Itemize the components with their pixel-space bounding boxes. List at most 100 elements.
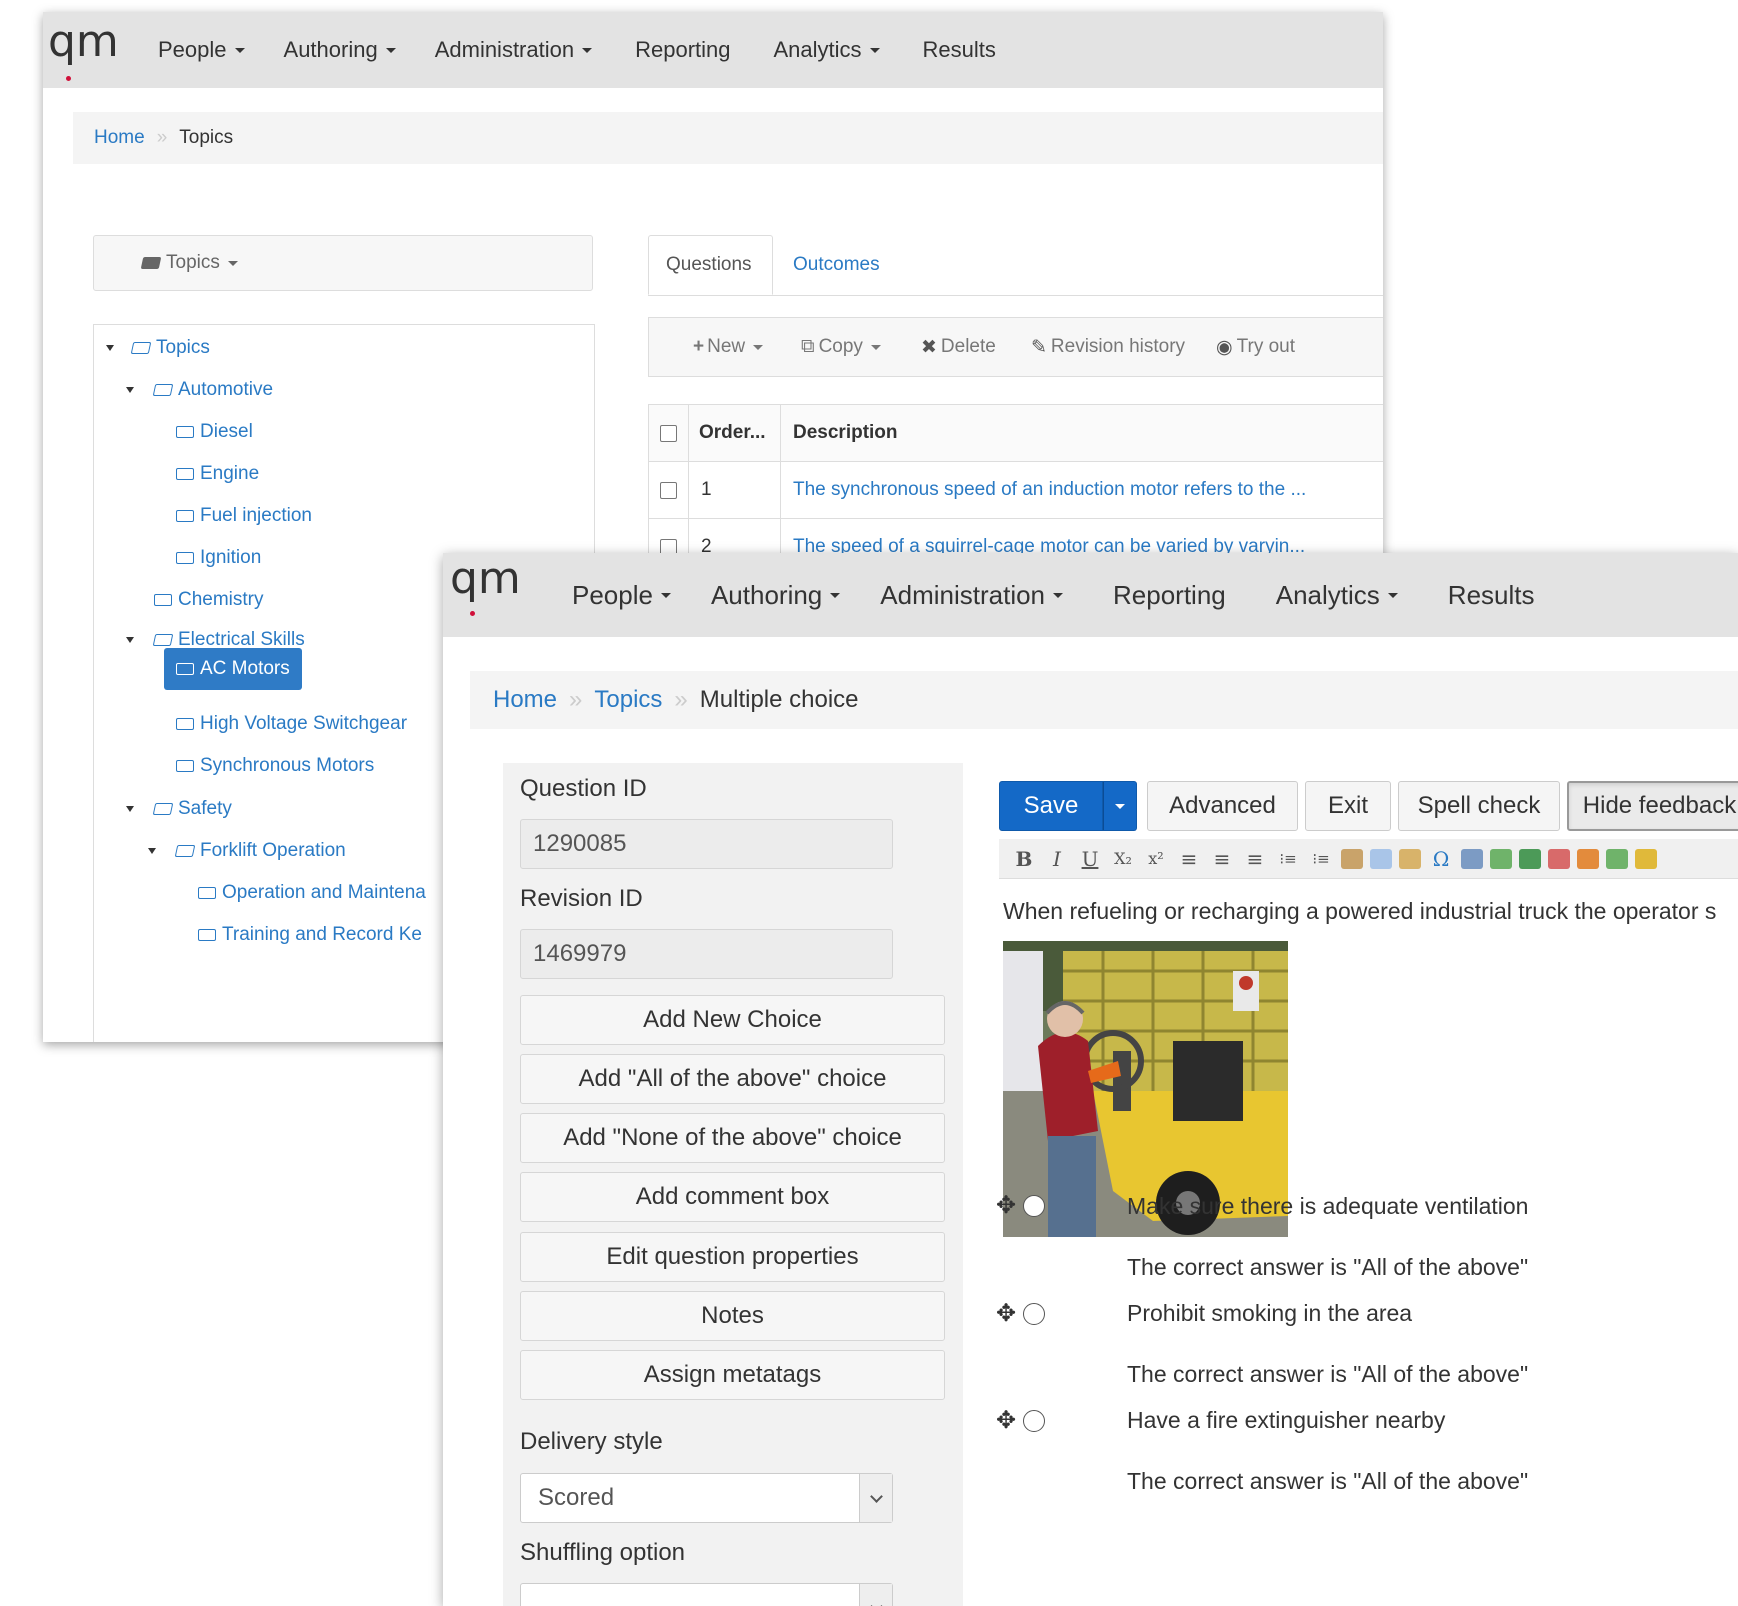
delete-button[interactable]: ✖ Delete (921, 336, 996, 359)
edit-question-properties-button[interactable]: Edit question properties (520, 1232, 945, 1282)
nav-reporting[interactable]: Reporting (1113, 580, 1226, 611)
row-checkbox[interactable] (660, 481, 677, 499)
breadcrumb-home[interactable]: Home (493, 686, 557, 714)
save-dropdown-button[interactable] (1103, 781, 1137, 831)
shuffling-option-select[interactable] (520, 1583, 893, 1606)
choice-feedback[interactable]: The correct answer is "All of the above" (1127, 1468, 1528, 1495)
nav-administration[interactable]: Administration (435, 37, 593, 63)
nav-results[interactable]: Results (1448, 580, 1535, 611)
tab-outcomes[interactable]: Outcomes (776, 235, 897, 295)
tree-item-topics[interactable]: Topics (106, 335, 210, 361)
topics-dropdown[interactable]: Topics (93, 235, 593, 291)
move-arrows-icon[interactable]: ✥ (996, 1406, 1020, 1435)
qm-logo[interactable]: qm (450, 553, 521, 616)
notes-button[interactable]: Notes (520, 1291, 945, 1341)
cut-icon[interactable] (1341, 848, 1363, 869)
try-out-button[interactable]: ◉ Try out (1216, 336, 1295, 359)
expand-triangle-icon[interactable] (126, 637, 134, 643)
align-center-icon[interactable]: ≡ (1209, 847, 1235, 871)
choice-feedback[interactable]: The correct answer is "All of the above" (1127, 1254, 1528, 1281)
nav-people[interactable]: People (572, 580, 671, 611)
formula-icon[interactable] (1577, 848, 1599, 869)
copy-icon[interactable] (1370, 848, 1392, 869)
advanced-button[interactable]: Advanced (1147, 781, 1298, 831)
expand-triangle-icon[interactable] (126, 806, 134, 812)
nav-reporting[interactable]: Reporting (635, 37, 730, 63)
italic-icon[interactable]: I (1044, 847, 1070, 871)
choice-radio[interactable] (1023, 1194, 1045, 1217)
nav-results[interactable]: Results (923, 37, 996, 63)
hide-feedback-button[interactable]: Hide feedback (1567, 781, 1738, 831)
description-link[interactable]: The synchronous speed of an induction mo… (793, 479, 1306, 501)
choice-radio[interactable] (1023, 1302, 1045, 1325)
question-stem-text[interactable]: When refueling or recharging a powered i… (1003, 898, 1716, 925)
choice-feedback[interactable]: The correct answer is "All of the above" (1127, 1361, 1528, 1388)
expand-triangle-icon[interactable] (106, 345, 114, 351)
breadcrumb-home[interactable]: Home (94, 127, 145, 149)
breadcrumb-topics[interactable]: Topics (594, 686, 662, 714)
expand-triangle-icon[interactable] (148, 848, 156, 854)
tab-questions[interactable]: Questions (648, 235, 773, 295)
table-icon[interactable] (1519, 848, 1541, 869)
tree-item-fuel-injection[interactable]: Fuel injection (176, 503, 312, 529)
expand-triangle-icon[interactable] (126, 387, 134, 393)
add-none-of-above-button[interactable]: Add "None of the above" choice (520, 1113, 945, 1163)
choice-radio[interactable] (1023, 1409, 1045, 1432)
nav-people[interactable]: People (158, 37, 245, 63)
tree-item-engine[interactable]: Engine (176, 461, 259, 487)
spell-check-button[interactable]: Spell check (1398, 781, 1560, 831)
nav-analytics[interactable]: Analytics (1276, 580, 1398, 611)
select-all-checkbox[interactable] (660, 424, 677, 442)
tree-item-automotive[interactable]: Automotive (126, 377, 273, 403)
revision-history-button[interactable]: ✎ Revision history (1031, 336, 1185, 359)
image-icon[interactable] (1490, 848, 1512, 869)
insert-icon[interactable] (1606, 848, 1628, 869)
choice-text[interactable]: Prohibit smoking in the area (1127, 1300, 1412, 1327)
tree-item-high-voltage-switchgear[interactable]: High Voltage Switchgear (176, 711, 407, 737)
align-left-icon[interactable]: ≡ (1176, 847, 1202, 871)
bold-icon[interactable]: B (1011, 847, 1037, 871)
tree-item-chemistry[interactable]: Chemistry (154, 587, 264, 613)
add-all-of-above-button[interactable]: Add "All of the above" choice (520, 1054, 945, 1104)
link-icon[interactable] (1461, 848, 1483, 869)
tree-item-ac-motors[interactable]: AC Motors (164, 648, 302, 690)
align-right-icon[interactable]: ≡ (1242, 847, 1268, 871)
move-arrows-icon[interactable]: ✥ (996, 1191, 1020, 1220)
tree-item-diesel[interactable]: Diesel (176, 419, 253, 445)
nav-analytics[interactable]: Analytics (773, 37, 880, 63)
nav-authoring[interactable]: Authoring (711, 580, 841, 611)
add-new-choice-button[interactable]: Add New Choice (520, 995, 945, 1045)
tree-item-ignition[interactable]: Ignition (176, 545, 261, 571)
special-character-icon[interactable]: Ω (1428, 847, 1454, 871)
save-button[interactable]: Save (999, 781, 1103, 831)
tree-item-safety[interactable]: Safety (126, 796, 232, 822)
delivery-style-select[interactable]: Scored (520, 1473, 893, 1523)
bullet-list-icon[interactable]: ⁝≡ (1308, 850, 1334, 868)
choice-text[interactable]: Have a fire extinguisher nearby (1127, 1407, 1445, 1434)
tree-item-synchronous-motors[interactable]: Synchronous Motors (176, 753, 374, 779)
add-comment-box-button[interactable]: Add comment box (520, 1172, 945, 1222)
table-row[interactable]: 1 The synchronous speed of an induction … (649, 462, 1383, 519)
nav-authoring[interactable]: Authoring (284, 37, 396, 63)
header-order[interactable]: Order... (689, 405, 781, 461)
assign-metatags-button[interactable]: Assign metatags (520, 1350, 945, 1400)
choice-text[interactable]: Make sure there is adequate ventilation (1127, 1193, 1528, 1220)
subscript-icon[interactable]: X₂ (1110, 849, 1136, 868)
tree-item-training-record[interactable]: Training and Record Ke (198, 922, 422, 948)
media-icon[interactable] (1548, 848, 1570, 869)
numbered-list-icon[interactable]: ⁝≡ (1275, 850, 1301, 868)
equation-icon[interactable] (1635, 848, 1657, 869)
nav-administration[interactable]: Administration (880, 580, 1064, 611)
tree-item-operation-maintenance[interactable]: Operation and Maintena (198, 880, 426, 906)
exit-button[interactable]: Exit (1305, 781, 1391, 831)
copy-button[interactable]: ⧉ Copy (801, 336, 881, 358)
row-description[interactable]: The synchronous speed of an induction mo… (781, 462, 1383, 518)
paste-icon[interactable] (1399, 848, 1421, 869)
qm-logo[interactable]: qm (48, 16, 119, 81)
new-button[interactable]: + New (693, 336, 764, 358)
header-description[interactable]: Description (781, 405, 1383, 461)
superscript-icon[interactable]: x² (1143, 849, 1169, 868)
move-arrows-icon[interactable]: ✥ (996, 1299, 1020, 1328)
underline-icon[interactable]: U (1077, 847, 1103, 871)
tree-item-forklift-operation[interactable]: Forklift Operation (148, 838, 346, 864)
